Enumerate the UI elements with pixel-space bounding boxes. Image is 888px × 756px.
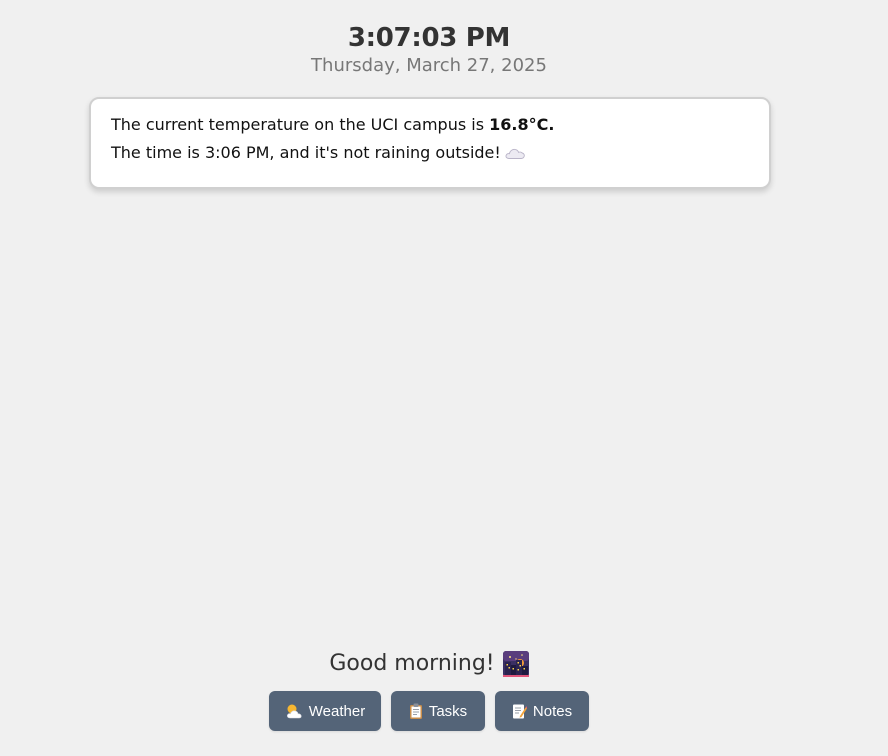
nav-buttons: Weather Tasks Notes [269,691,589,731]
cloud-icon [505,140,525,159]
temperature-value: 16.8°C. [489,115,555,134]
notes-button-label: Notes [532,702,573,720]
clipboard-icon [409,703,423,719]
clock-time: 3:07:03 PM [347,23,511,53]
temperature-line: The current temperature on the UCI campu… [111,111,749,139]
tasks-button[interactable]: Tasks [391,691,485,731]
page: 3:07:03 PM Thursday, March 27, 2025 The … [0,0,888,756]
memo-icon [512,703,527,719]
clock-date: Thursday, March 27, 2025 [311,55,547,76]
weather-button-label: Weather [308,702,366,720]
tasks-button-label: Tasks [428,702,468,720]
notes-button[interactable]: Notes [495,691,589,731]
greeting-text: Good morning! [329,651,495,676]
rain-status-line: The time is 3:06 PM, and it's not rainin… [111,139,749,167]
greeting: Good morning! [0,648,858,680]
night-city-icon [502,651,529,677]
rain-status-text: The time is 3:06 PM, and it's not rainin… [111,143,501,162]
temperature-prefix: The current temperature on the UCI campu… [111,115,490,134]
weather-info-card: The current temperature on the UCI campu… [89,97,771,189]
sun-behind-cloud-icon [285,703,303,719]
weather-button[interactable]: Weather [269,691,381,731]
